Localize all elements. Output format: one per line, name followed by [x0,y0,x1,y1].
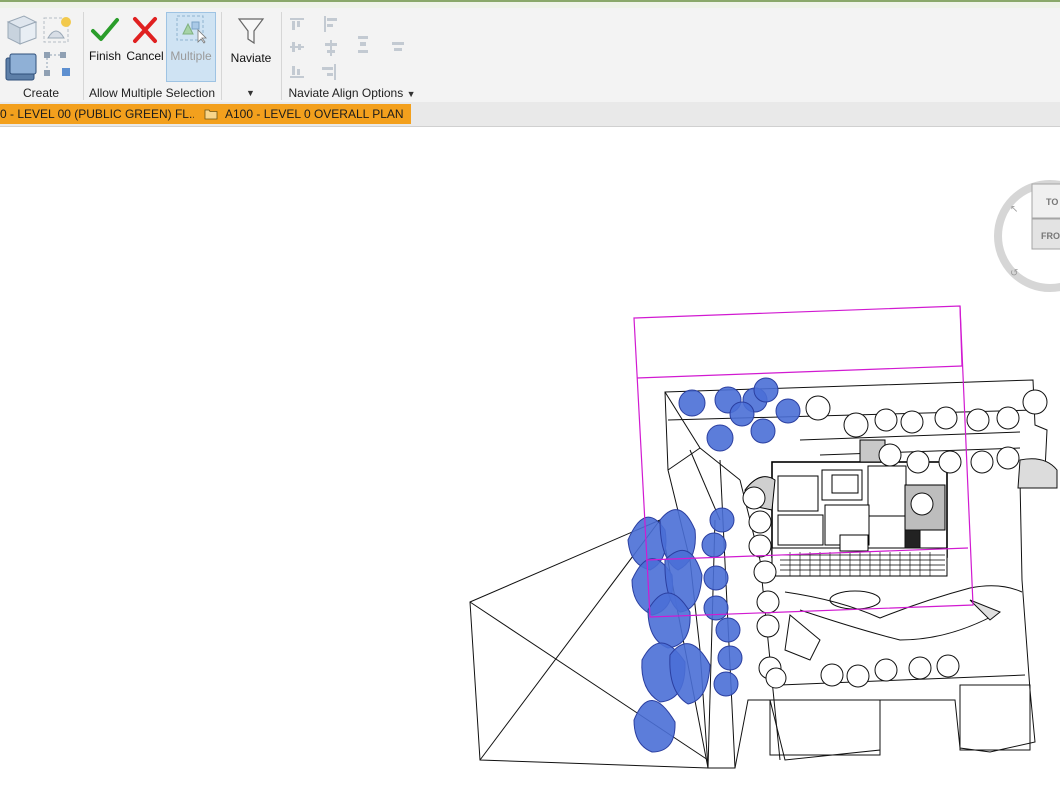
selection-panel-label[interactable]: Allow Multiple Selection [84,86,220,100]
tab-level-00-label: 0 - LEVEL 00 (PUBLIC GREEN) FL... [0,107,194,121]
viewcube-rotate-icon: ↺ [1010,268,1018,279]
viewcube-top-label: TO [1046,197,1058,207]
create-panel: Create [0,10,82,102]
panel-separator [221,12,222,100]
distribute-vertical-icon[interactable] [358,36,368,53]
cancel-label: Cancel [126,49,164,63]
naviate-filter-button[interactable]: Naviate [226,16,276,65]
align-top-icon[interactable] [290,18,304,30]
array-icon[interactable] [44,52,70,76]
multiple-button[interactable]: Multiple [166,14,216,63]
ribbon-top-strip [0,2,1060,8]
drawing-canvas[interactable]: TO FRO ↖ ↺ [0,126,1060,791]
filter-funnel-icon [237,18,265,45]
finish-button[interactable]: Finish [86,16,124,63]
site-plan-drawing [469,377,1058,769]
align-panel: Naviate Align Options ▼ [282,10,422,102]
multiple-label: Multiple [170,49,212,63]
create-panel-label[interactable]: Create [0,86,82,100]
align-panel-label-text: Naviate Align Options [288,86,404,100]
align-right-icon[interactable] [322,64,336,80]
multiple-select-icon [176,15,207,44]
align-panel-label[interactable]: Naviate Align Options ▼ [282,86,422,100]
viewcube-front-label: FRO [1041,231,1060,241]
naviate-dropdown-arrow-icon[interactable]: ▼ [246,88,255,98]
cancel-x-icon [133,17,157,43]
align-left-icon[interactable] [324,16,337,32]
naviate-label: Naviate [230,51,272,65]
checkmark-icon [91,18,119,41]
cancel-button[interactable]: Cancel [125,16,165,63]
sun-shape-icon[interactable] [43,17,71,43]
ribbon: Create Allow Multiple Selection Finish C… [0,0,1060,104]
tab-a100-overall-plan[interactable]: A100 - LEVEL 0 OVERALL PLAN [194,104,411,124]
tab-level-00-floor-plan[interactable]: 0 - LEVEL 00 (PUBLIC GREEN) FL... [0,104,194,124]
finish-label: Finish [88,49,121,63]
create-tools-icons [5,15,71,81]
align-tools-icons [290,16,404,80]
tab-a100-label: A100 - LEVEL 0 OVERALL PLAN [225,107,404,121]
distribute-horizontal-icon[interactable] [392,42,404,51]
align-middle-icon[interactable] [290,42,304,52]
folder-icon [204,109,218,120]
align-center-icon[interactable] [325,40,337,56]
layers-icon[interactable] [5,53,37,81]
align-dropdown-arrow-icon[interactable]: ▼ [407,89,416,99]
viewcube-compass-icon: ↖ [1010,204,1018,215]
viewcube[interactable]: TO FRO ↖ ↺ [994,180,1060,292]
box-icon[interactable] [6,15,38,45]
align-bottom-icon[interactable] [290,66,304,78]
